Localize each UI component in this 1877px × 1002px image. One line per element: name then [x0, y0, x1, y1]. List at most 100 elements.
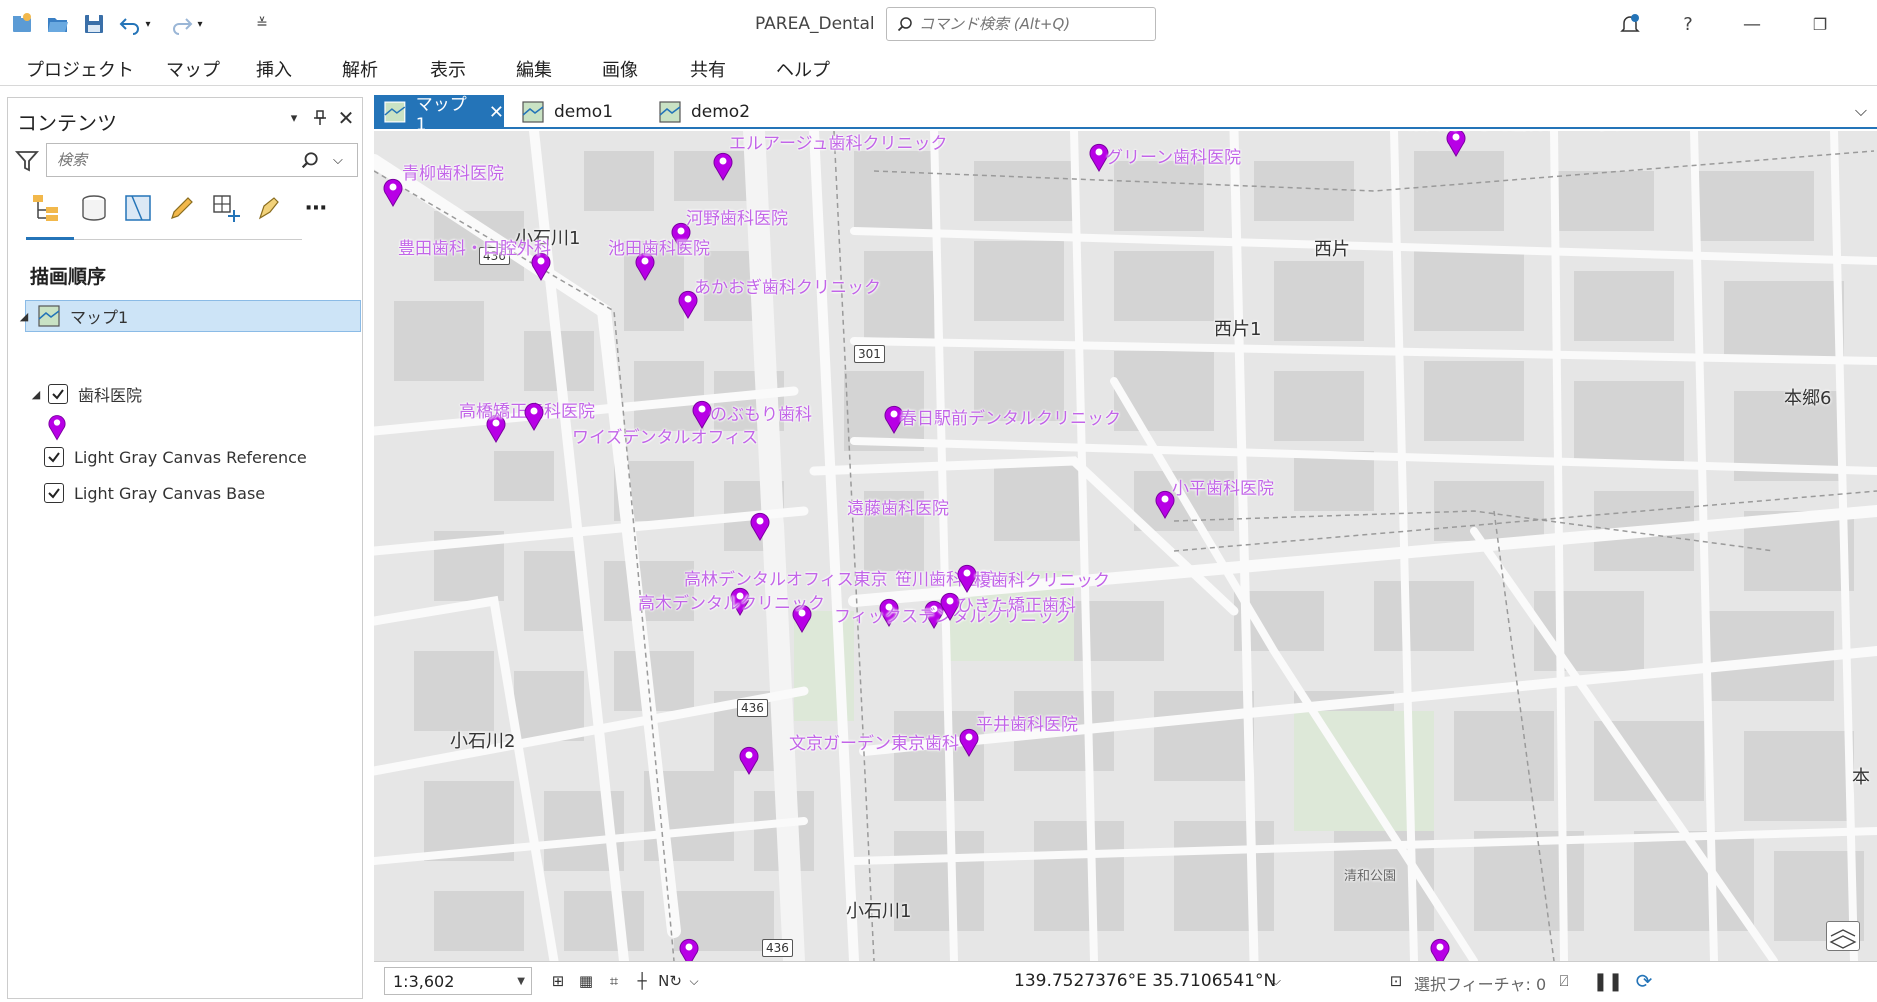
place-label: 本郷6: [1784, 388, 1832, 409]
undo-dropdown-icon[interactable]: ▾: [140, 10, 156, 38]
constraint-icon[interactable]: ┼: [630, 970, 654, 992]
dental-clinic-label: 青柳歯科医院: [402, 164, 504, 184]
new-project-icon[interactable]: [8, 10, 36, 38]
layer-dental[interactable]: ◢ 歯科医院: [28, 378, 348, 410]
title-bar: ▾ ▾ ≚ PAREA_Dental ? — ❐: [0, 0, 1877, 48]
layer-reference-label: Light Gray Canvas Reference: [74, 447, 307, 467]
dental-clinic-marker[interactable]: [1430, 937, 1450, 961]
tabs-dropdown-icon[interactable]: ⌵: [1855, 101, 1867, 121]
map-icon: [384, 101, 406, 123]
command-search-input[interactable]: [919, 15, 1139, 33]
tab-demo2[interactable]: demo2: [649, 95, 769, 129]
dental-clinic-marker[interactable]: [679, 937, 699, 961]
more-options-icon[interactable]: ⋯: [298, 190, 334, 226]
layer-base[interactable]: Light Gray Canvas Base: [44, 477, 354, 509]
basemap-gallery-icon[interactable]: [1826, 921, 1860, 951]
menu-analysis[interactable]: 解析: [342, 56, 378, 82]
tab-demo1[interactable]: demo1: [512, 95, 632, 129]
menu-edit[interactable]: 編集: [516, 56, 552, 82]
menu-insert[interactable]: 挿入: [256, 56, 292, 82]
tab-map1[interactable]: マップ1 ✕: [374, 95, 504, 135]
filter-icon[interactable]: [14, 148, 40, 174]
basemap: [374, 131, 1877, 961]
collapse-icon[interactable]: ◢: [16, 310, 32, 323]
dental-clinic-marker[interactable]: [524, 401, 544, 431]
layer-search-input[interactable]: [57, 151, 297, 169]
pane-options-icon[interactable]: ▾: [282, 106, 306, 130]
dental-clinic-label: 高木デンタルクリニック: [638, 594, 825, 614]
restore-icon[interactable]: ❐: [1800, 8, 1840, 40]
list-by-selection-icon[interactable]: [120, 190, 156, 226]
menu-project[interactable]: プロジェクト: [26, 56, 134, 82]
tab-demo2-label: demo2: [691, 102, 751, 122]
menu-map[interactable]: マップ: [166, 56, 220, 82]
close-tab-icon[interactable]: ✕: [489, 102, 504, 123]
pin-icon[interactable]: [308, 106, 332, 130]
search-dropdown-icon[interactable]: ⌵: [333, 153, 343, 168]
layer-base-label: Light Gray Canvas Base: [74, 483, 266, 503]
redo-dropdown-icon[interactable]: ▾: [192, 10, 208, 38]
menu-imagery[interactable]: 画像: [602, 56, 638, 82]
layer-dental-label: 歯科医院: [78, 386, 143, 405]
layer-search[interactable]: ⌵: [46, 143, 358, 177]
menu-share[interactable]: 共有: [690, 56, 726, 82]
map-view[interactable]: 小石川1 西片 西片1 本郷6 小石川2 小石川1 本 清和公園 436 301…: [374, 131, 1877, 961]
minimize-icon[interactable]: —: [1732, 8, 1772, 40]
command-search[interactable]: [886, 7, 1156, 41]
map-icon: [659, 101, 681, 123]
dental-clinic-marker[interactable]: [713, 151, 733, 181]
coordinate-format-dropdown-icon[interactable]: ⌵: [1264, 970, 1288, 992]
notification-icon[interactable]: [1610, 8, 1650, 40]
north-arrow-icon[interactable]: N↻: [658, 970, 682, 992]
menu-view[interactable]: 表示: [430, 56, 466, 82]
pause-drawing-icon[interactable]: ❚❚: [1593, 970, 1623, 992]
refresh-icon[interactable]: ⟳: [1632, 969, 1656, 993]
save-project-icon[interactable]: [80, 10, 108, 38]
dental-clinic-label: のぶもり歯科: [710, 405, 812, 425]
layer-reference[interactable]: Light Gray Canvas Reference: [44, 441, 354, 473]
dental-clinic-marker[interactable]: [750, 511, 770, 541]
help-button[interactable]: ?: [1668, 8, 1708, 40]
menu-bar: プロジェクト マップ 挿入 解析 表示 編集 画像 共有 ヘルプ: [0, 48, 1877, 86]
list-by-snapping-icon[interactable]: [208, 190, 244, 226]
customize-icon[interactable]: ≚: [248, 10, 276, 38]
list-by-drawing-order-icon[interactable]: [28, 190, 64, 226]
fixed-zoom-icon[interactable]: ⊞: [546, 970, 570, 992]
open-project-icon[interactable]: [44, 10, 72, 38]
dental-clinic-label: あかおぎ歯科クリニック: [694, 278, 881, 298]
dental-clinic-marker[interactable]: [692, 399, 712, 429]
menu-help[interactable]: ヘルプ: [776, 56, 830, 82]
snapping-icon[interactable]: ⌗: [602, 970, 626, 992]
route-shield: 436: [762, 939, 793, 957]
layer-dental-checkbox[interactable]: [48, 384, 68, 404]
dental-clinic-label: 河野歯科医院: [686, 209, 788, 229]
dental-clinic-marker[interactable]: [383, 177, 403, 207]
dental-clinic-marker[interactable]: [1446, 131, 1466, 157]
place-label: 本: [1852, 767, 1870, 788]
chevron-down-icon[interactable]: ⌵: [682, 970, 706, 992]
list-by-labeling-icon[interactable]: [252, 190, 288, 226]
grid-icon[interactable]: ▦: [574, 970, 598, 992]
layer-map1[interactable]: ◢ マップ1: [20, 300, 361, 332]
select-features-icon[interactable]: ⊡: [1384, 970, 1408, 992]
dental-clinic-label: 文京ガーデン東京歯科: [789, 734, 959, 754]
contents-pane: コンテンツ ▾ ✕ ⌵ ⋯ 描画順序 ◢ マップ1 ◢: [7, 97, 363, 999]
dental-clinic-label: 春日駅前デンタルクリニック: [900, 409, 1121, 429]
list-by-data-source-icon[interactable]: [76, 190, 112, 226]
route-shield: 436: [737, 699, 768, 717]
dental-clinic-label: 遠藤歯科医院: [847, 499, 949, 519]
list-by-editing-icon[interactable]: [164, 190, 200, 226]
dental-clinic-label: 高林デンタルオフィス東京: [684, 570, 888, 590]
layer-reference-checkbox[interactable]: [44, 447, 64, 467]
close-pane-icon[interactable]: ✕: [334, 106, 358, 130]
app-title: PAREA_Dental: [755, 14, 875, 34]
map-icon: [522, 101, 544, 123]
refresh-selection-icon[interactable]: ⍁: [1552, 970, 1576, 992]
layer-base-checkbox[interactable]: [44, 483, 64, 503]
scale-select[interactable]: 1:3,602 ▼: [384, 967, 532, 995]
tab-map1-label: マップ1: [415, 94, 467, 135]
collapse-icon[interactable]: ◢: [28, 388, 44, 401]
map-tabs: マップ1 ✕ demo1 demo2 ⌵: [374, 95, 1877, 135]
place-label: 小石川2: [450, 731, 516, 752]
dental-clinic-marker[interactable]: [739, 745, 759, 775]
